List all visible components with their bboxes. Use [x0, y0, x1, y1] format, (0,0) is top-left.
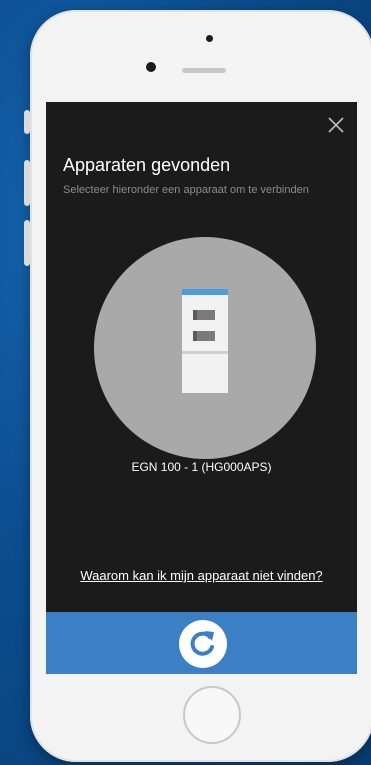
help-link[interactable]: Waarom kan ik mijn apparaat niet vinden?	[46, 568, 357, 583]
device-name[interactable]: EGN 100 - 1 (HG000APS)	[46, 460, 357, 474]
page-subtitle: Selecteer hieronder een apparaat om te v…	[63, 184, 309, 196]
volume-up-button	[24, 160, 30, 206]
close-icon[interactable]	[325, 114, 347, 136]
status-bar	[46, 102, 357, 116]
refresh-button[interactable]	[179, 620, 227, 668]
app-screen: Apparaten gevonden Selecteer hieronder e…	[46, 102, 357, 674]
mute-switch	[24, 110, 30, 134]
earpiece-speaker	[182, 68, 226, 73]
page-title: Apparaten gevonden	[63, 155, 231, 175]
bottom-bar	[46, 612, 357, 674]
refresh-icon	[190, 631, 214, 656]
panel-device-icon[interactable]	[182, 289, 228, 393]
proximity-sensor	[206, 35, 213, 42]
volume-down-button	[24, 220, 30, 266]
home-button[interactable]	[183, 686, 241, 744]
front-camera	[146, 62, 156, 72]
